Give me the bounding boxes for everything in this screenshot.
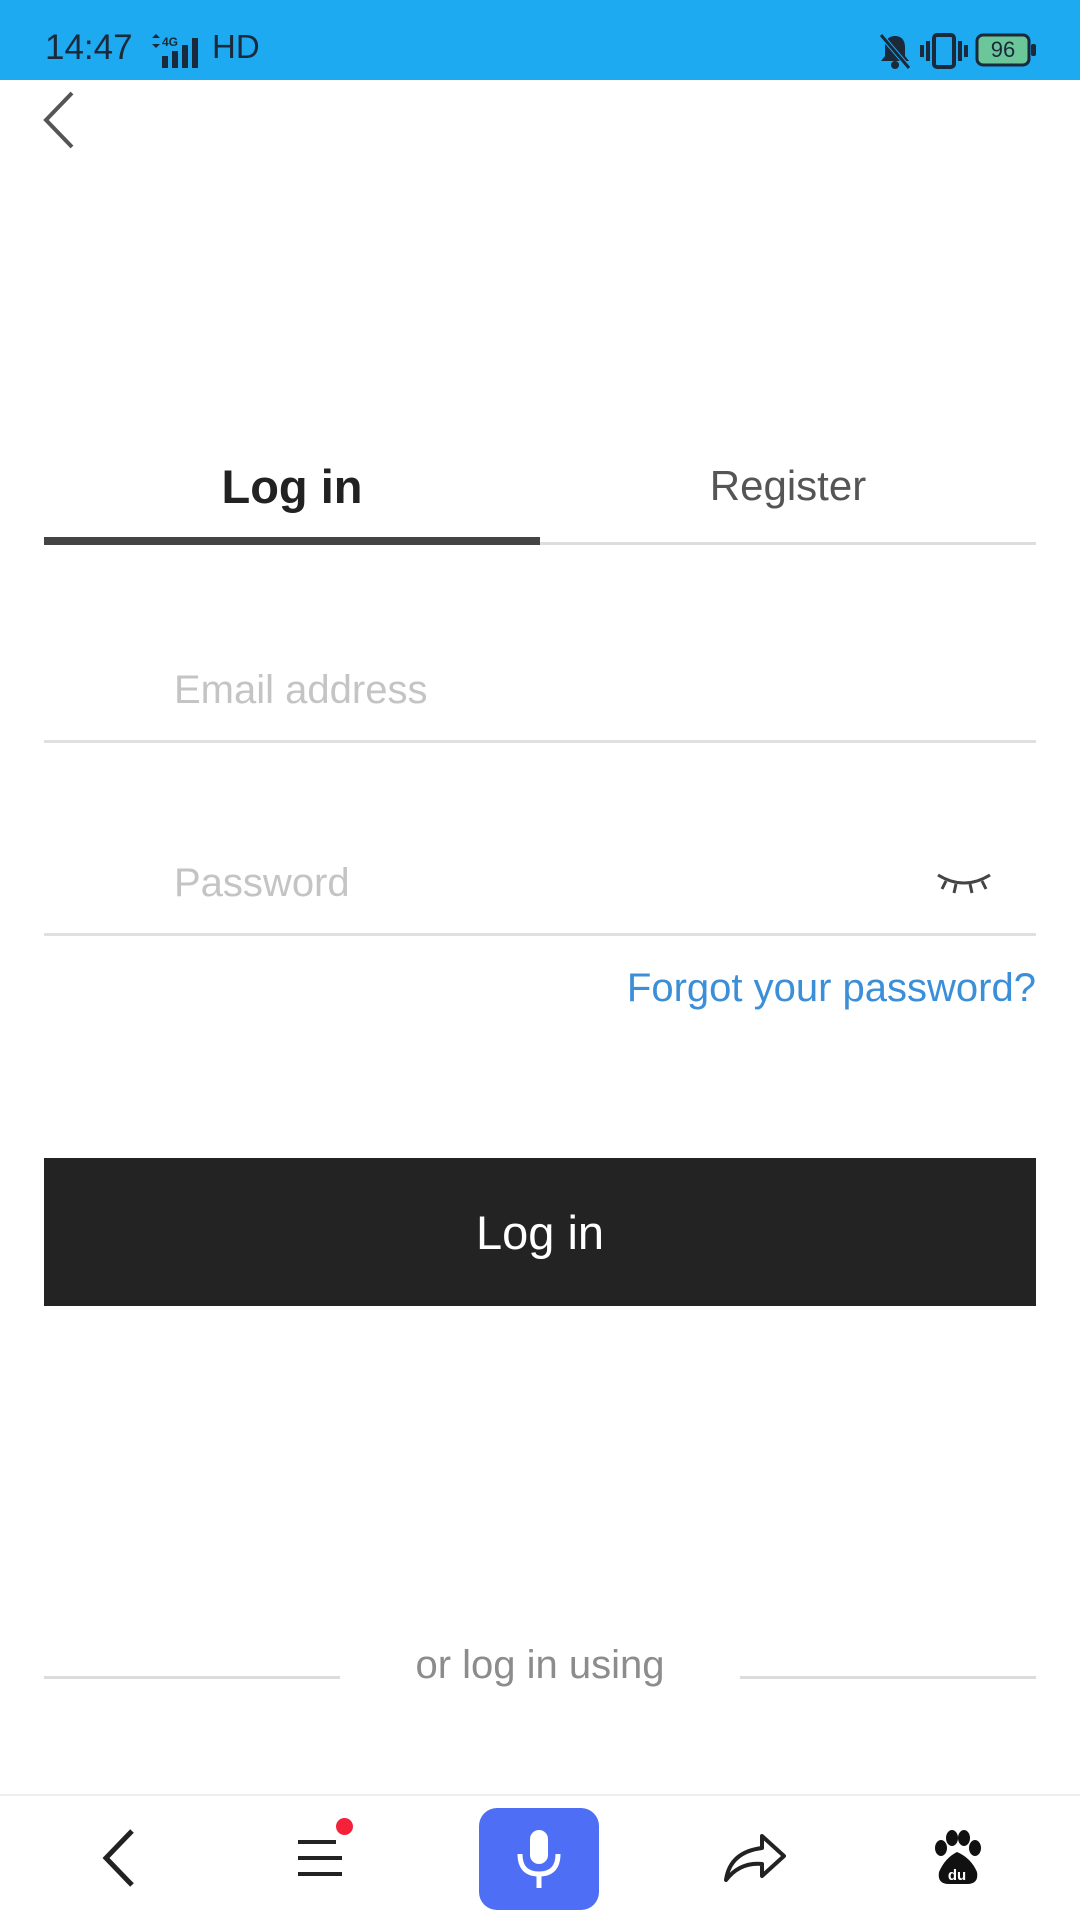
auth-tabs: Log in Register — [44, 430, 1036, 545]
tab-register[interactable]: Register — [540, 430, 1036, 542]
menu-icon — [298, 1840, 342, 1876]
back-icon — [102, 1829, 134, 1887]
microphone-icon — [517, 1830, 561, 1888]
forgot-password-link[interactable]: Forgot your password? — [627, 963, 1036, 1013]
notification-dot — [336, 1818, 353, 1835]
nav-back-button[interactable] — [70, 1808, 170, 1908]
status-bar: 14:47 4G HD 96 — [0, 0, 1080, 80]
svg-text:4G: 4G — [162, 35, 178, 49]
baidu-paw-icon: du — [935, 1830, 981, 1884]
email-input[interactable] — [174, 652, 874, 728]
voice-search-button[interactable] — [479, 1808, 599, 1910]
password-input[interactable] — [174, 845, 874, 921]
bell-muted-icon — [879, 33, 911, 70]
svg-text:du: du — [948, 1867, 966, 1884]
eye-closed-icon — [937, 873, 991, 894]
nav-share-button[interactable] — [705, 1808, 805, 1908]
login-button[interactable]: Log in — [44, 1158, 1036, 1306]
status-time: 14:47 — [45, 28, 133, 67]
email-field-container — [44, 640, 1036, 743]
share-icon — [724, 1834, 786, 1882]
chevron-left-icon — [43, 91, 74, 149]
battery-level: 96 — [990, 37, 1016, 62]
divider-line-left — [44, 1676, 340, 1679]
password-visibility-toggle[interactable] — [934, 863, 994, 903]
social-login-label: or log in using — [415, 1643, 665, 1687]
status-hd: HD — [212, 28, 260, 65]
nav-baidu-button[interactable]: du — [907, 1808, 1007, 1908]
bottom-nav: du — [0, 1794, 1080, 1922]
vibrate-icon — [920, 33, 968, 69]
signal-icon: 4G — [152, 34, 198, 68]
divider-line-right — [740, 1676, 1036, 1679]
tab-login[interactable]: Log in — [44, 430, 540, 542]
password-field-container — [44, 833, 1036, 936]
nav-menu-button[interactable] — [272, 1808, 372, 1908]
back-button[interactable] — [30, 85, 90, 155]
tab-active-indicator — [44, 537, 540, 545]
